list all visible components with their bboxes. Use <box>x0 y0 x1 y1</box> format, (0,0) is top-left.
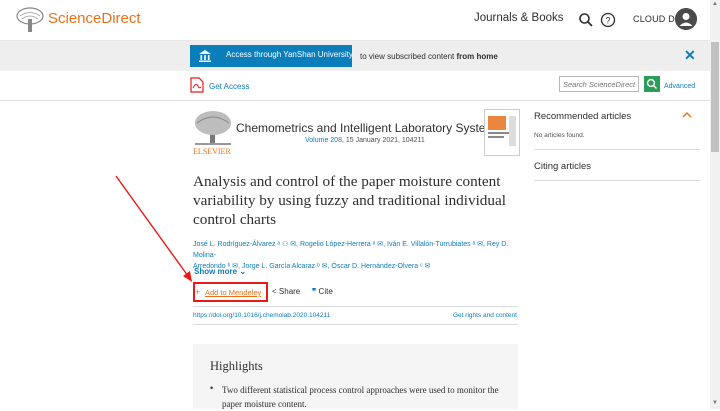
publisher-wordmark: ELSEVIER <box>193 147 231 156</box>
institution-icon <box>199 50 211 62</box>
advanced-search-link[interactable]: Advanced <box>664 83 695 90</box>
pdf-icon[interactable] <box>190 77 204 93</box>
divider <box>534 180 700 181</box>
search-submit-icon[interactable] <box>644 76 660 92</box>
get-access-link[interactable]: Get Access <box>209 82 249 91</box>
divider <box>534 149 700 150</box>
brand-name[interactable]: ScienceDirect <box>48 10 141 27</box>
recommended-articles-heading[interactable]: Recommended articles <box>534 111 631 122</box>
scroll-down-arrow-icon[interactable]: ▼ <box>712 400 718 406</box>
volume-date: , 15 January 2021, 104211 <box>341 137 425 144</box>
close-banner-button[interactable]: ✕ <box>684 47 696 64</box>
search-input[interactable] <box>559 76 639 92</box>
user-avatar-icon[interactable] <box>675 8 697 30</box>
share-button[interactable]: < Share <box>272 287 300 296</box>
help-icon[interactable]: ? <box>600 12 616 28</box>
recommended-empty-text: No articles found. <box>534 132 585 139</box>
journal-title[interactable]: Chemometrics and Intelligent Laboratory … <box>236 121 501 135</box>
rights-link[interactable]: Get rights and content <box>453 312 517 319</box>
divider <box>193 306 518 307</box>
journal-volume-info: Volume 208, 15 January 2021, 104211 <box>305 137 425 144</box>
access-banner <box>0 41 710 71</box>
divider <box>193 324 518 325</box>
share-icon: < <box>272 287 277 296</box>
scroll-up-arrow-icon[interactable]: ▲ <box>712 1 718 7</box>
article-title: Analysis and control of the paper moistu… <box>193 173 506 228</box>
access-subtext-bold: from home <box>456 52 498 61</box>
citing-articles-heading[interactable]: Citing articles <box>534 161 591 172</box>
doi-link[interactable]: https://doi.org/10.1016/j.chemolab.2020.… <box>193 312 330 319</box>
elsevier-tree-logo-icon[interactable] <box>16 7 44 33</box>
quote-icon: ❞ <box>312 287 317 296</box>
share-label[interactable]: Share <box>279 287 300 296</box>
search-icon[interactable] <box>578 12 594 28</box>
chevron-down-icon: ⌄ <box>239 267 247 276</box>
cite-label[interactable]: Cite <box>319 287 333 296</box>
add-to-mendeley-button[interactable]: Add to Mendeley <box>205 288 261 297</box>
highlights-title: Highlights <box>210 359 263 373</box>
svg-text:?: ? <box>605 16 610 26</box>
author-line-1[interactable]: José L. Rodríguez-Álvarez ᵃ ⚇ ✉, Rogelio… <box>193 239 513 261</box>
annotation-arrow <box>115 175 192 282</box>
volume-link[interactable]: Volume 208 <box>305 137 342 144</box>
scrollbar-thumb[interactable] <box>711 42 719 152</box>
chevron-up-icon[interactable] <box>682 110 692 120</box>
access-subtext-prefix: to view subscribed content <box>360 52 457 61</box>
institution-access-label[interactable]: Access through YanShan University <box>226 50 353 59</box>
journal-cover-thumbnail[interactable] <box>484 109 520 156</box>
access-subtext: to view subscribed content from home <box>360 52 498 61</box>
bullet: • <box>210 383 214 393</box>
cite-button[interactable]: ❞ Cite <box>312 287 333 296</box>
highlight-item: Two different statistical process contro… <box>222 385 499 409</box>
journals-books-link[interactable]: Journals & Books <box>474 12 564 24</box>
